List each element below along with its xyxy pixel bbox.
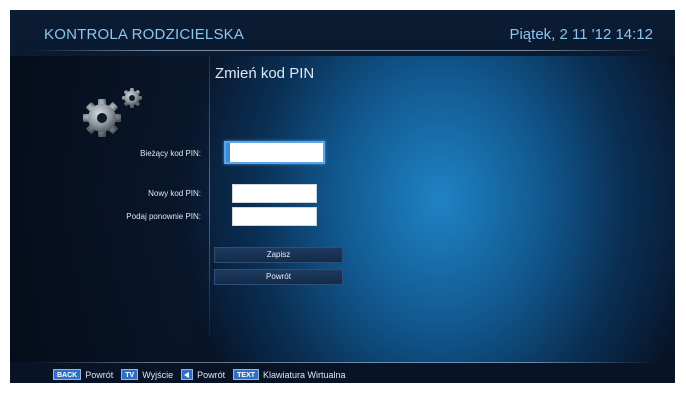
arrow-left-icon [181,369,194,380]
small-gear-icon [122,88,142,108]
back-hint-label: Powrót [85,369,114,380]
header-divider [30,50,655,51]
app-title: KONTROLA RODZICIELSKA [44,26,245,43]
confirm-pin-label: Podaj ponownie PIN: [126,212,201,221]
datetime: Piątek, 2 11 '12 14:12 [509,26,653,43]
arrow-hint-label: Powrót [197,369,226,380]
text-key-badge: TEXT [233,369,260,380]
confirm-pin-input[interactable] [232,207,317,226]
new-pin-label: Nowy kod PIN: [148,189,201,198]
current-pin-label: Bieżący kod PIN: [140,149,201,158]
back-key-badge: BACK [53,369,82,380]
back-button[interactable]: Powrót [214,269,343,285]
keyboard-hint-label: Klawiatura Wirtualna [263,369,346,380]
current-pin-input[interactable] [224,141,325,164]
exit-hint-label: Wyjście [142,369,174,380]
gear-icon [83,99,121,137]
save-button[interactable]: Zapisz [214,247,343,263]
tv-screen: KONTROLA RODZICIELSKA Piątek, 2 11 '12 1… [10,10,675,383]
panel-divider [209,56,210,336]
key-hints: BACK Powrót TV Wyjście Powrót TEXT Klawi… [53,369,350,380]
page-title: Zmień kod PIN [215,65,315,82]
tv-key-badge: TV [121,369,139,380]
new-pin-input[interactable] [232,184,317,203]
